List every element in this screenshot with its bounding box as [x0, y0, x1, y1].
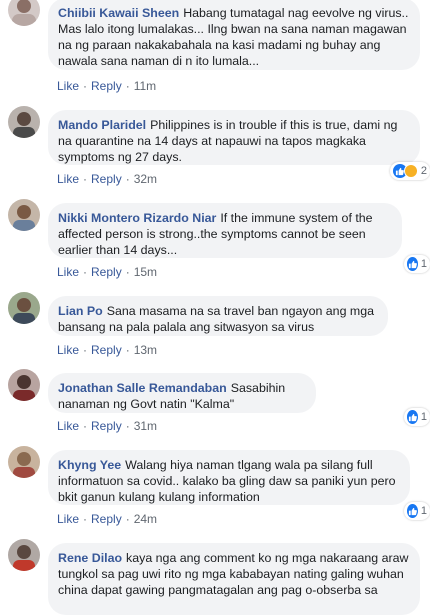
- comment-bubble: Jonathan Salle Remandaban Sasabihin nanam…: [48, 373, 316, 413]
- comment-author[interactable]: Jonathan Salle Remandaban: [58, 381, 227, 395]
- like-link[interactable]: Like: [57, 265, 79, 279]
- sad-reaction-icon: [403, 164, 418, 178]
- avatar[interactable]: [8, 539, 40, 571]
- avatar[interactable]: [8, 0, 40, 26]
- comment-actions: Like · Reply · 11m: [57, 79, 157, 93]
- timestamp[interactable]: 11m: [134, 79, 156, 93]
- reply-link[interactable]: Reply: [91, 343, 122, 357]
- reply-link[interactable]: Reply: [91, 172, 122, 186]
- avatar[interactable]: [8, 106, 40, 138]
- comment-author[interactable]: Chiibii Kawaii Sheen: [58, 6, 179, 20]
- timestamp[interactable]: 32m: [134, 172, 157, 186]
- like-link[interactable]: Like: [57, 512, 79, 526]
- reply-link[interactable]: Reply: [91, 265, 122, 279]
- comment-author[interactable]: Lian Po: [58, 304, 103, 318]
- reply-link[interactable]: Reply: [91, 79, 122, 93]
- timestamp[interactable]: 24m: [134, 512, 157, 526]
- timestamp[interactable]: 13m: [134, 343, 157, 357]
- comment-actions: Like · Reply · 31m: [57, 419, 158, 433]
- comment-author[interactable]: Rene Dilao: [58, 551, 122, 565]
- like-reaction-icon: [407, 504, 418, 518]
- timestamp[interactable]: 15m: [134, 265, 157, 279]
- comment-bubble: Khyng Yee Walang hiya naman tlgang wala p…: [48, 450, 410, 505]
- comment-bubble: Chiibii Kawaii Sheen Habang tumatagal nag…: [48, 0, 420, 70]
- comment-actions: Like · Reply · 32m: [57, 172, 158, 186]
- avatar[interactable]: [8, 446, 40, 478]
- comment-bubble: Rene Dilao kaya nga ang comment ko ng mga…: [48, 543, 420, 615]
- like-link[interactable]: Like: [57, 343, 79, 357]
- like-link[interactable]: Like: [57, 172, 79, 186]
- comment-text: Sana masama na sa travel ban ngayon ang …: [58, 304, 375, 334]
- comment-actions: Like · Reply · 24m: [57, 512, 158, 526]
- comment-author[interactable]: Khyng Yee: [58, 458, 121, 472]
- avatar[interactable]: [8, 199, 40, 231]
- comment-actions: Like · Reply · 15m: [57, 265, 158, 279]
- reaction-count: 1: [420, 411, 427, 423]
- comment-bubble: Mando Plaridel Philippines is in trouble …: [48, 110, 420, 165]
- timestamp[interactable]: 31m: [134, 419, 157, 433]
- reply-link[interactable]: Reply: [91, 512, 122, 526]
- comment-bubble: Nikki Montero Rizardo Niar If the immune …: [48, 203, 402, 258]
- like-link[interactable]: Like: [57, 419, 79, 433]
- reaction-count: 2: [420, 165, 427, 177]
- avatar[interactable]: [8, 292, 40, 324]
- comment-bubble: Lian Po Sana masama na sa travel ban ngay…: [48, 296, 388, 336]
- reply-link[interactable]: Reply: [91, 419, 122, 433]
- reaction-badge[interactable]: 1: [404, 255, 430, 273]
- comment-author[interactable]: Mando Plaridel: [58, 118, 146, 132]
- comment-author[interactable]: Nikki Montero Rizardo Niar: [58, 211, 216, 225]
- like-link[interactable]: Like: [57, 79, 79, 93]
- like-reaction-icon: [407, 257, 418, 271]
- reaction-badge[interactable]: 2: [390, 162, 430, 180]
- reaction-badge[interactable]: 1: [404, 408, 430, 426]
- avatar[interactable]: [8, 369, 40, 401]
- reaction-badge[interactable]: 1: [404, 502, 430, 520]
- reaction-count: 1: [420, 505, 427, 517]
- reaction-count: 1: [420, 258, 427, 270]
- comment-actions: Like · Reply · 13m: [57, 343, 158, 357]
- like-reaction-icon: [407, 410, 418, 424]
